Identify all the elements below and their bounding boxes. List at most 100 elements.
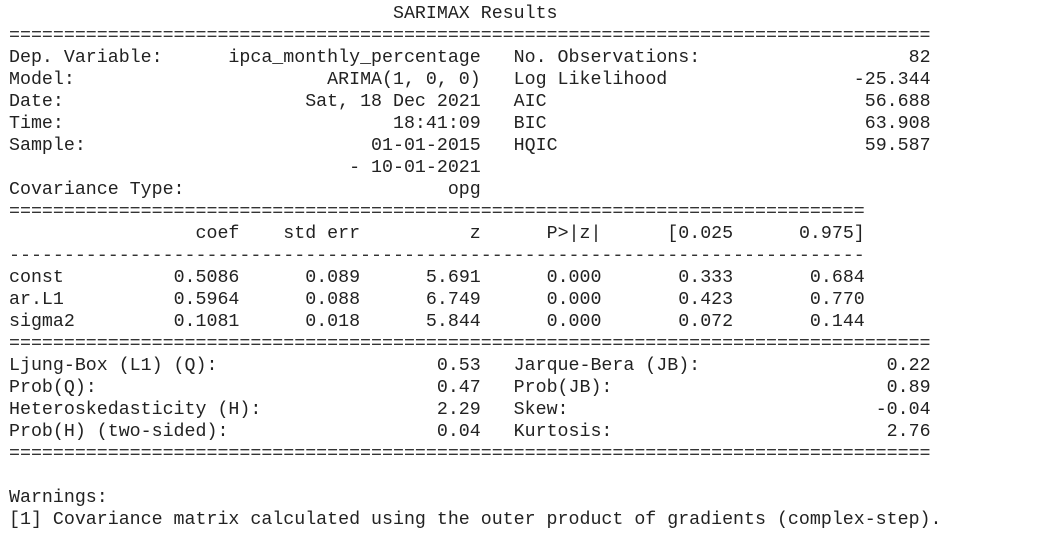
header-left-label: Dep. Variable: <box>9 48 163 68</box>
header-left-label: Model: <box>9 70 163 90</box>
coef-cell: 6.749 <box>360 290 481 310</box>
header-right-value: 82 <box>700 48 931 68</box>
diag-left-value: 0.47 <box>392 378 481 398</box>
header-right-label: Log Likelihood <box>513 70 701 90</box>
header-right-value: 63.908 <box>700 114 931 134</box>
header-left-label <box>9 158 163 178</box>
header-left-value: 01-01-2015 <box>162 136 481 156</box>
double-rule-mid-1: ========================================… <box>9 202 865 222</box>
header-row-1: Dep. Variable: ipca_monthly_percentage N… <box>9 47 1064 69</box>
double-rule-top: ========================================… <box>9 26 931 46</box>
diag-left-value: 0.53 <box>392 356 481 376</box>
diag-right-value: 2.76 <box>842 422 931 442</box>
header-left-value: 18:41:09 <box>162 114 481 134</box>
header-left-value: ARIMA(1, 0, 0) <box>162 70 481 90</box>
diagnostics-row-3: Heteroskedasticity (H): 2.29 Skew: -0.04 <box>9 399 1064 421</box>
header-right-label: HQIC <box>513 136 701 156</box>
diag-left-label: Ljung-Box (L1) (Q): <box>9 356 393 376</box>
coef-header-spacer <box>9 224 119 244</box>
coef-cell: 0.5086 <box>118 268 240 288</box>
report-title: SARIMAX Results <box>392 4 558 24</box>
double-rule-bottom: ========================================… <box>9 444 931 464</box>
warnings-heading-line: Warnings: <box>9 487 1064 509</box>
warning-text: [1] Covariance matrix calculated using t… <box>9 510 942 530</box>
coef-column-header: P>|z| <box>480 224 602 244</box>
coef-row-name: sigma2 <box>9 312 119 332</box>
coef-column-header: std err <box>239 224 361 244</box>
header-left-label: Date: <box>9 92 163 112</box>
coef-cell: 0.684 <box>733 268 865 288</box>
diag-right-label: Kurtosis: <box>513 422 843 442</box>
diag-left-value: 0.04 <box>392 422 481 442</box>
header-left-label: Covariance Type: <box>9 180 185 200</box>
header-row-7: Covariance Type: opg <box>9 179 1064 201</box>
warning-line: [1] Covariance matrix calculated using t… <box>9 509 1064 531</box>
coef-cell: 5.691 <box>360 268 481 288</box>
diag-left-label: Heteroskedasticity (H): <box>9 400 393 420</box>
coef-cell: 0.089 <box>239 268 361 288</box>
coef-cell: 0.000 <box>480 290 602 310</box>
header-left-label: Sample: <box>9 136 163 156</box>
coef-cell: 0.000 <box>480 312 602 332</box>
coef-table-header: coef std err z P>|z| [0.025 0.975] <box>9 223 1064 245</box>
coef-cell: 0.144 <box>733 312 865 332</box>
header-row-5: Sample: 01-01-2015 HQIC 59.587 <box>9 135 1064 157</box>
coef-cell: 0.5964 <box>118 290 240 310</box>
header-right-label: AIC <box>513 92 701 112</box>
coef-cell: 0.072 <box>601 312 734 332</box>
header-left-value: ipca_monthly_percentage <box>162 48 481 68</box>
coef-column-header: 0.975] <box>733 224 865 244</box>
header-left-value: - 10-01-2021 <box>162 158 481 178</box>
header-row-4: Time: 18:41:09 BIC 63.908 <box>9 113 1064 135</box>
coef-cell: 0.018 <box>239 312 361 332</box>
diag-right-value: 0.22 <box>842 356 931 376</box>
coef-cell: 5.844 <box>360 312 481 332</box>
coef-column-header: z <box>360 224 481 244</box>
coef-column-header: coef <box>118 224 240 244</box>
header-right-label: No. Observations: <box>513 48 701 68</box>
coef-cell: 0.000 <box>480 268 602 288</box>
header-right-label: BIC <box>513 114 701 134</box>
header-left-value: opg <box>184 180 481 200</box>
warnings-heading: Warnings: <box>9 488 108 508</box>
diag-right-value: 0.89 <box>842 378 931 398</box>
coef-table-row: sigma2 0.1081 0.018 5.844 0.000 0.072 0.… <box>9 311 1064 333</box>
coef-column-header: [0.025 <box>601 224 734 244</box>
coef-table-row: const 0.5086 0.089 5.691 0.000 0.333 0.6… <box>9 267 1064 289</box>
diagnostics-row-2: Prob(Q): 0.47 Prob(JB): 0.89 <box>9 377 1064 399</box>
coef-cell: 0.770 <box>733 290 865 310</box>
coef-row-name: const <box>9 268 119 288</box>
coef-cell: 0.088 <box>239 290 361 310</box>
diag-right-value: -0.04 <box>842 400 931 420</box>
header-left-value: Sat, 18 Dec 2021 <box>162 92 481 112</box>
header-row-6: - 10-01-2021 <box>9 157 1064 179</box>
title-pad-1 <box>9 4 393 24</box>
double-rule-mid-2: ========================================… <box>9 334 931 354</box>
diag-left-label: Prob(H) (two-sided): <box>9 422 393 442</box>
diag-right-label: Prob(JB): <box>513 378 843 398</box>
diag-right-label: Skew: <box>513 400 843 420</box>
diag-right-label: Jarque-Bera (JB): <box>513 356 843 376</box>
report-title-line: SARIMAX Results <box>9 3 1064 25</box>
diag-left-value: 2.29 <box>392 400 481 420</box>
header-left-label: Time: <box>9 114 163 134</box>
sarimax-results-report: SARIMAX Results =========================… <box>0 0 1064 531</box>
diagnostics-row-1: Ljung-Box (L1) (Q): 0.53 Jarque-Bera (JB… <box>9 355 1064 377</box>
diag-left-label: Prob(Q): <box>9 378 393 398</box>
header-right-value: 56.688 <box>700 92 931 112</box>
header-row-2: Model: ARIMA(1, 0, 0) Log Likelihood -25… <box>9 69 1064 91</box>
single-rule: ----------------------------------------… <box>9 246 865 266</box>
coef-cell: 0.333 <box>601 268 734 288</box>
header-row-3: Date: Sat, 18 Dec 2021 AIC 56.688 <box>9 91 1064 113</box>
coef-cell: 0.423 <box>601 290 734 310</box>
coef-row-name: ar.L1 <box>9 290 119 310</box>
coef-cell: 0.1081 <box>118 312 240 332</box>
